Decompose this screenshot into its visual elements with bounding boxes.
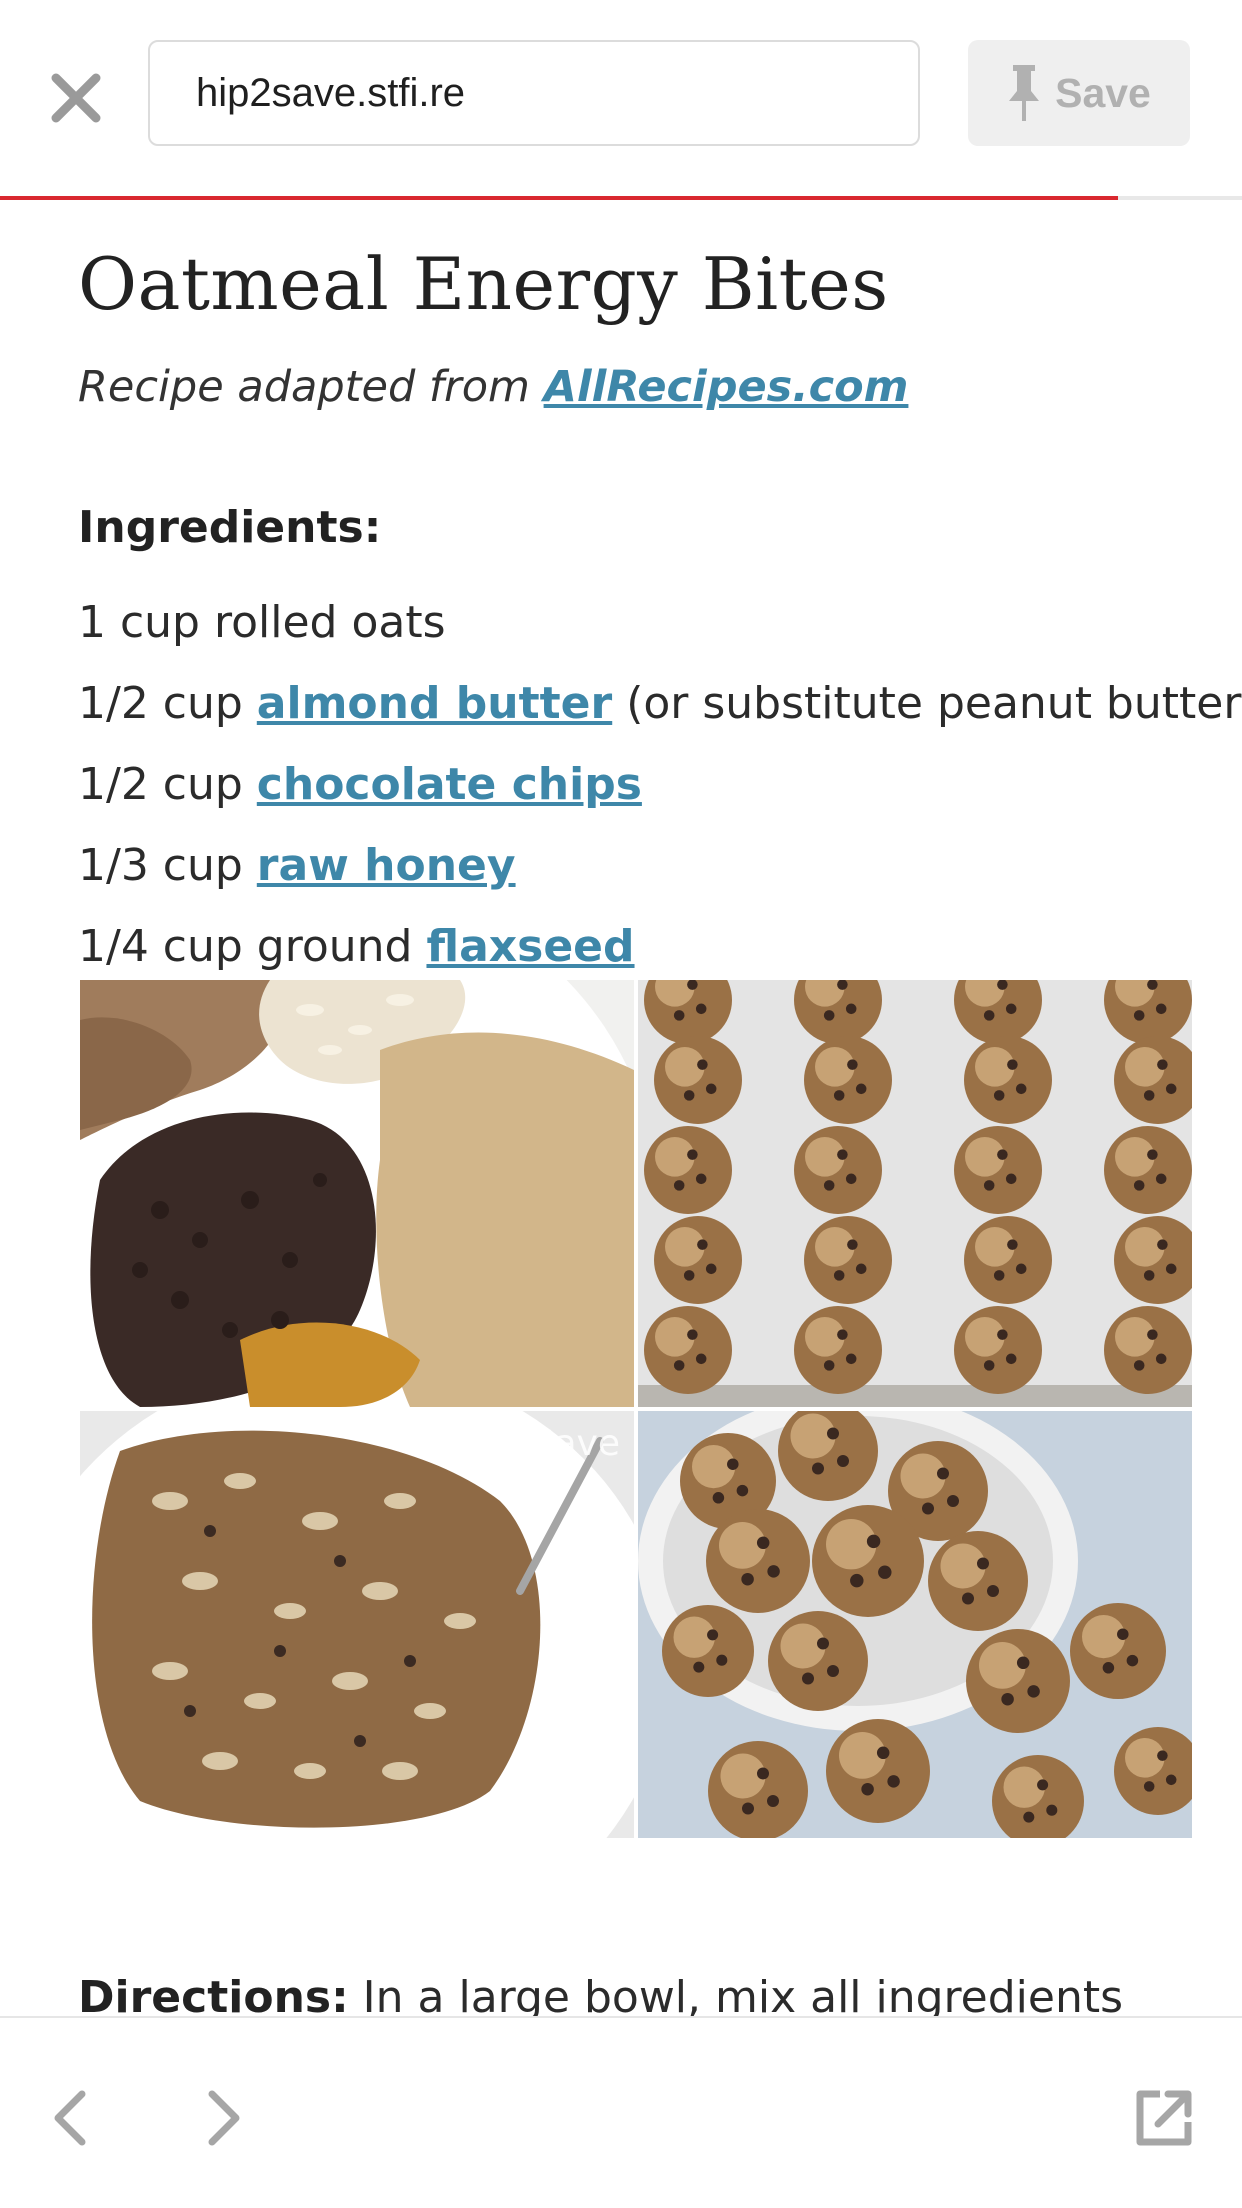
photo-ingredients-bowl	[80, 980, 634, 1407]
save-button[interactable]: Save	[968, 40, 1190, 146]
directions-body: In a large bowl, mix all ingredients	[348, 1972, 1124, 2016]
photo-energy-bites-bowl	[638, 1411, 1192, 1838]
chevron-right-icon	[208, 2090, 240, 2146]
url-text: hip2save.stfi.re	[196, 70, 466, 115]
ingredient-item: 1/4 cup ground flaxseed	[78, 906, 1242, 987]
pin-icon	[1009, 65, 1040, 121]
ingredients-list: 1 cup rolled oats 1/2 cup almond butter …	[78, 582, 1242, 987]
forward-button[interactable]	[188, 2082, 260, 2154]
raw-honey-link[interactable]: raw honey	[257, 840, 516, 891]
save-label: Save	[1055, 69, 1151, 116]
almond-butter-link[interactable]: almond butter	[257, 678, 612, 729]
article-content: Oatmeal Energy Bites Recipe adapted from…	[0, 202, 1242, 2016]
page-title: Oatmeal Energy Bites	[78, 242, 889, 326]
ingredient-text: 1/2 cup	[78, 759, 257, 810]
url-field[interactable]: hip2save.stfi.re	[148, 40, 920, 146]
page-load-progress	[0, 196, 1242, 200]
ingredient-item: 1 cup rolled oats	[78, 582, 1242, 663]
photo-mixed-bowl: Hip2Save	[80, 1411, 634, 1838]
back-button[interactable]	[34, 2082, 106, 2154]
browser-top-bar: hip2save.stfi.re Save	[0, 0, 1242, 202]
chevron-left-icon	[54, 2090, 86, 2146]
open-external-icon	[1136, 2090, 1192, 2146]
photo-energy-bites-tray	[638, 980, 1192, 1407]
browser-bottom-bar	[0, 2016, 1242, 2208]
recipe-source-prefix: Recipe adapted from	[78, 362, 544, 412]
flaxseed-link[interactable]: flaxseed	[426, 921, 634, 972]
ingredient-text: 1/2 cup	[78, 678, 257, 729]
page-load-progress-fill	[0, 196, 1118, 200]
close-icon	[51, 73, 101, 123]
ingredient-item: 1/2 cup almond butter (or substitute pea…	[78, 663, 1242, 744]
recipe-source: Recipe adapted from AllRecipes.com	[78, 362, 908, 412]
allrecipes-link[interactable]: AllRecipes.com	[544, 362, 909, 412]
ingredient-text: 1/4 cup ground	[78, 921, 427, 972]
directions-text: Directions: In a large bowl, mix all ing…	[78, 1972, 1123, 2016]
photo-watermark: Hip2Save	[448, 1423, 620, 1464]
ingredients-heading: Ingredients:	[78, 502, 382, 553]
recipe-photo-collage[interactable]: Hip2Save	[80, 980, 1192, 1838]
ingredient-item: 1/2 cup chocolate chips	[78, 744, 1242, 825]
ingredient-text: 1/3 cup	[78, 840, 257, 891]
chocolate-chips-link[interactable]: chocolate chips	[257, 759, 642, 810]
close-button[interactable]	[40, 62, 112, 134]
open-external-button[interactable]	[1128, 2082, 1200, 2154]
ingredient-item: 1/3 cup raw honey	[78, 825, 1242, 906]
directions-label: Directions:	[78, 1972, 349, 2016]
ingredient-note: (or substitute peanut butter)	[612, 678, 1242, 729]
ingredient-text: 1 cup rolled oats	[78, 597, 446, 648]
